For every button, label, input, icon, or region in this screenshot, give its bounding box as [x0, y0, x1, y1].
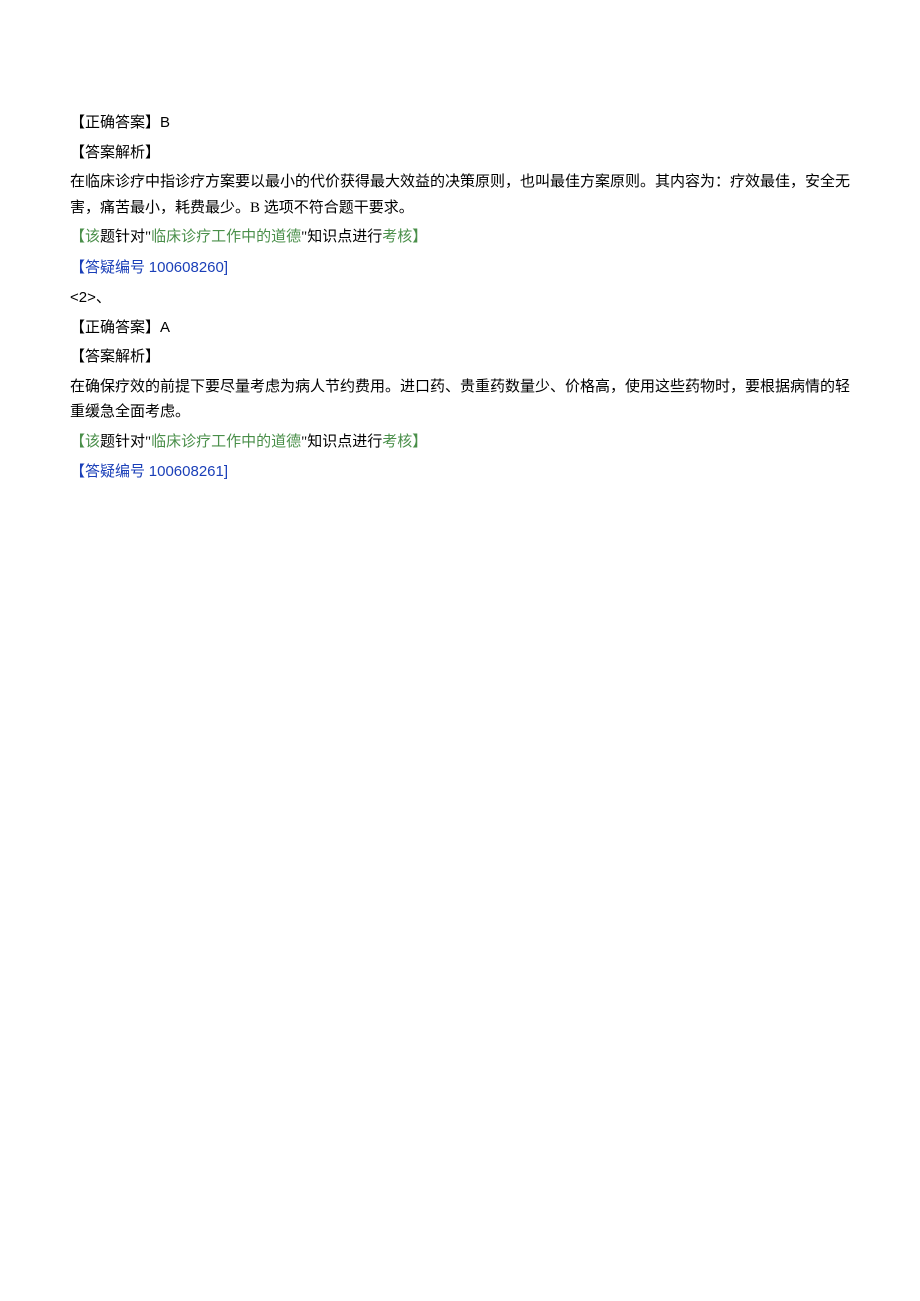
analysis-label: 【答案解析】 — [70, 349, 160, 365]
ref-label: 答疑编号 — [85, 260, 149, 276]
tag-end: 考核】 — [382, 229, 427, 245]
analysis-label-line-1: 【答案解析】 — [70, 141, 850, 167]
analysis-label: 【答案解析】 — [70, 145, 160, 161]
reference-line-1: 【答疑编号 100608260] — [70, 255, 850, 282]
tag-mid2: "知识点进行 — [301, 229, 382, 245]
ref-open: 【 — [70, 464, 85, 480]
answer-value: A — [160, 319, 170, 336]
tag-mid1: 题针对" — [100, 434, 151, 450]
answer-value: B — [160, 114, 170, 131]
topic-tag-line-2: 【该题针对"临床诊疗工作中的道德"知识点进行考核】 — [70, 430, 850, 456]
ref-label: 答疑编号 — [85, 464, 149, 480]
ref-close: ] — [224, 463, 228, 480]
ref-open: 【 — [70, 260, 85, 276]
tag-topic: 临床诊疗工作中的道德 — [151, 434, 301, 450]
ref-number: 100608260 — [149, 259, 224, 276]
reference-line-2: 【答疑编号 100608261] — [70, 459, 850, 486]
topic-tag-line-1: 【该题针对"临床诊疗工作中的道德"知识点进行考核】 — [70, 225, 850, 251]
answer-line-2: 【正确答案】A — [70, 315, 850, 342]
tag-open: 【该 — [70, 229, 100, 245]
analysis-body-2: 在确保疗效的前提下要尽量考虑为病人节约费用。进口药、贵重药数量少、价格高，使用这… — [70, 375, 850, 426]
answer-label: 【正确答案】 — [70, 115, 160, 131]
tag-topic: 临床诊疗工作中的道德 — [151, 229, 301, 245]
document-page: 【正确答案】B 【答案解析】 在临床诊疗中指诊疗方案要以最小的代价获得最大效益的… — [0, 0, 920, 1301]
analysis-body-1: 在临床诊疗中指诊疗方案要以最小的代价获得最大效益的决策原则，也叫最佳方案原则。其… — [70, 170, 850, 221]
ref-close: ] — [224, 259, 228, 276]
tag-end: 考核】 — [382, 434, 427, 450]
tag-mid2: "知识点进行 — [301, 434, 382, 450]
answer-line-1: 【正确答案】B — [70, 110, 850, 137]
answer-label: 【正确答案】 — [70, 320, 160, 336]
tag-mid1: 题针对" — [100, 229, 151, 245]
tag-open: 【该 — [70, 434, 100, 450]
question-separator: <2>、 — [70, 285, 850, 311]
analysis-label-line-2: 【答案解析】 — [70, 345, 850, 371]
ref-number: 100608261 — [149, 463, 224, 480]
